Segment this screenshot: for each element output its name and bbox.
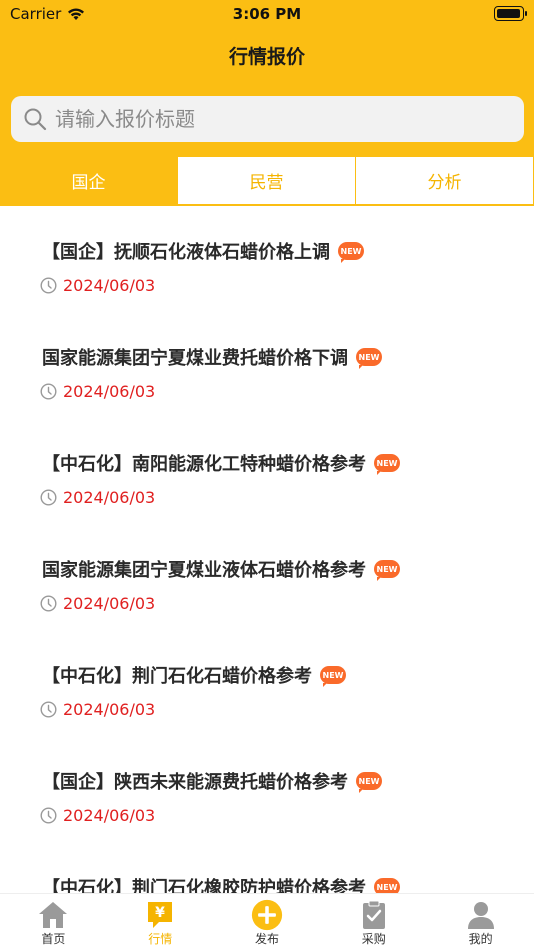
clipboard-check-icon: [358, 900, 390, 930]
item-date: 2024/06/03: [63, 594, 156, 613]
list-item[interactable]: 【中石化】南阳能源化工特种蜡价格参考 NEW 2024/06/03: [0, 419, 534, 525]
tabbar-item-market[interactable]: ¥ 行情: [107, 894, 214, 950]
item-title-row: 【国企】陕西未来能源费托蜡价格参考 NEW: [42, 768, 382, 794]
status-bar: Carrier 3:06 PM: [0, 0, 534, 28]
tabbar-label: 行情: [148, 932, 173, 946]
battery-icon: [494, 6, 527, 21]
clock-icon: [40, 701, 57, 718]
item-title: 【中石化】荆门石化石蜡价格参考: [42, 666, 312, 687]
item-date: 2024/06/03: [63, 488, 156, 507]
yen-chat-icon: ¥: [144, 900, 176, 930]
search-input[interactable]: [55, 107, 495, 131]
clock-icon: [40, 807, 57, 824]
clock-icon: [40, 277, 57, 294]
search-icon: [24, 108, 47, 131]
new-badge: NEW: [356, 348, 382, 369]
item-date: 2024/06/03: [63, 276, 156, 295]
tabbar-label: 采购: [361, 932, 386, 946]
item-title-row: 【中石化】南阳能源化工特种蜡价格参考 NEW: [42, 450, 400, 476]
new-badge: NEW: [374, 454, 400, 475]
item-title: 国家能源集团宁夏煤业液体石蜡价格参考: [42, 560, 366, 581]
plus-circle-icon: [251, 899, 283, 931]
clock-icon: [40, 489, 57, 506]
item-date-row: 2024/06/03: [40, 594, 155, 613]
item-title: 【中石化】南阳能源化工特种蜡价格参考: [42, 454, 366, 475]
new-badge: NEW: [374, 878, 400, 893]
item-date-row: 2024/06/03: [40, 488, 155, 507]
quote-list: 【国企】抚顺石化液体石蜡价格上调 NEW 2024/06/03 国家能源集团宁夏…: [0, 207, 534, 893]
tabbar-item-purchase[interactable]: 采购: [320, 894, 427, 950]
bottom-tab-bar: 首页 ¥ 行情 发布 采购 我的: [0, 893, 534, 950]
item-title-row: 【中石化】荆门石化石蜡价格参考 NEW: [42, 662, 346, 688]
item-title-row: 国家能源集团宁夏煤业液体石蜡价格参考 NEW: [42, 556, 400, 582]
item-date-row: 2024/06/03: [40, 806, 155, 825]
page-title: 行情报价: [228, 46, 305, 68]
list-item[interactable]: 国家能源集团宁夏煤业费托蜡价格下调 NEW 2024/06/03: [0, 313, 534, 419]
tab-state-owned[interactable]: 国企: [0, 156, 178, 205]
list-item[interactable]: 【中石化】荆门石化石蜡价格参考 NEW 2024/06/03: [0, 631, 534, 737]
clock-icon: [40, 595, 57, 612]
item-date-row: 2024/06/03: [40, 382, 155, 401]
home-icon: [37, 900, 69, 930]
item-title: 国家能源集团宁夏煤业费托蜡价格下调: [42, 348, 348, 369]
new-badge: NEW: [374, 560, 400, 581]
new-badge: NEW: [356, 772, 382, 793]
clock: 3:06 PM: [232, 5, 302, 23]
tabbar-label: 首页: [41, 932, 66, 946]
tab-analysis[interactable]: 分析: [356, 156, 534, 205]
category-tabs: 国企 民营 分析: [0, 156, 534, 206]
item-date: 2024/06/03: [63, 700, 156, 719]
item-date: 2024/06/03: [63, 806, 156, 825]
item-title: 【中石化】荆门石化橡胶防护蜡价格参考: [42, 878, 366, 893]
item-title-row: 国家能源集团宁夏煤业费托蜡价格下调 NEW: [42, 344, 382, 370]
tabbar-item-home[interactable]: 首页: [0, 894, 107, 950]
user-icon: [465, 900, 497, 930]
svg-text:¥: ¥: [155, 905, 165, 921]
item-date-row: 2024/06/03: [40, 700, 155, 719]
item-date-row: 2024/06/03: [40, 276, 155, 295]
tab-private[interactable]: 民营: [178, 156, 356, 205]
tabbar-label: 发布: [254, 932, 279, 946]
new-badge: NEW: [338, 242, 364, 263]
item-title: 【国企】陕西未来能源费托蜡价格参考: [42, 772, 348, 793]
clock-icon: [40, 383, 57, 400]
new-badge: NEW: [320, 666, 346, 687]
list-item[interactable]: 国家能源集团宁夏煤业液体石蜡价格参考 NEW 2024/06/03: [0, 525, 534, 631]
list-item[interactable]: 【中石化】荆门石化橡胶防护蜡价格参考 NEW: [0, 843, 534, 893]
tabbar-item-publish[interactable]: 发布: [214, 894, 321, 950]
item-date: 2024/06/03: [63, 382, 156, 401]
tabbar-item-mine[interactable]: 我的: [427, 894, 534, 950]
list-item[interactable]: 【国企】抚顺石化液体石蜡价格上调 NEW 2024/06/03: [0, 207, 534, 313]
list-item[interactable]: 【国企】陕西未来能源费托蜡价格参考 NEW 2024/06/03: [0, 737, 534, 843]
search-bar[interactable]: [11, 96, 524, 142]
tabbar-label: 我的: [468, 932, 493, 946]
header-bar: Carrier 3:06 PM 行情报价: [0, 0, 534, 156]
item-title-row: 【国企】抚顺石化液体石蜡价格上调 NEW: [42, 238, 364, 264]
item-title-row: 【中石化】荆门石化橡胶防护蜡价格参考 NEW: [42, 874, 400, 893]
item-title: 【国企】抚顺石化液体石蜡价格上调: [42, 242, 330, 263]
